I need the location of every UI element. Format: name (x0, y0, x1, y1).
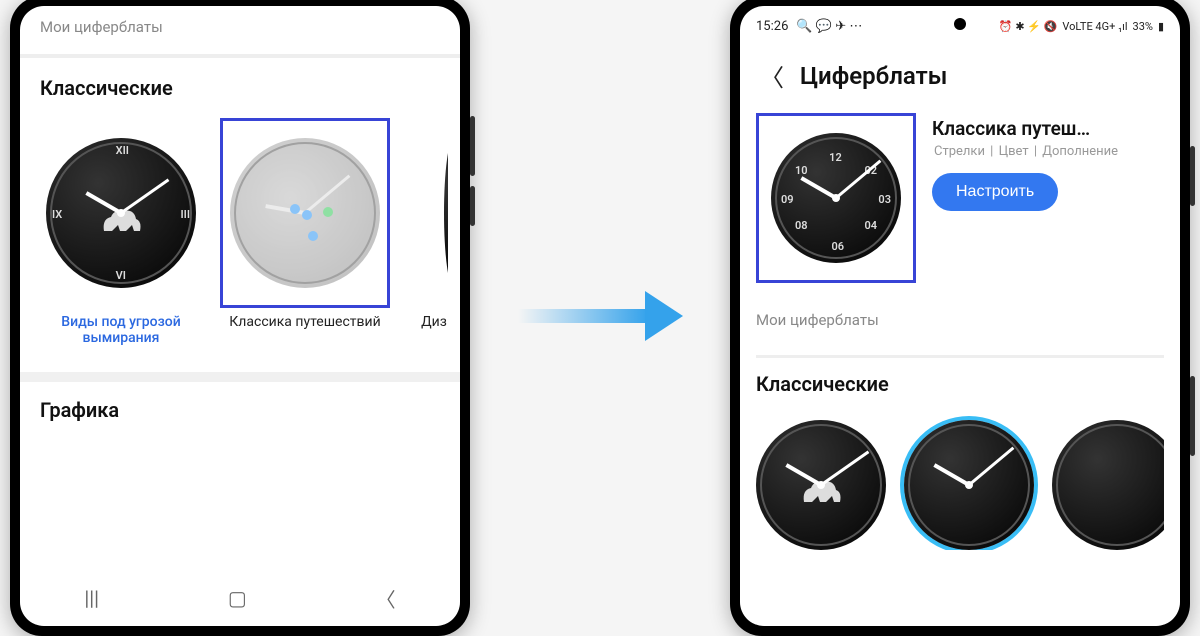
selected-watch-detail: 12 02 03 04 06 08 09 10 Классика путеш… (740, 105, 1180, 299)
detail-title: Классика путеш… (932, 117, 1152, 140)
section-graphic-title: Графика (32, 398, 448, 440)
watch-face-label: Виды под угрозой вымирания (36, 314, 206, 346)
configure-button[interactable]: Настроить (932, 173, 1058, 211)
home-icon[interactable]: ▢ (228, 586, 247, 610)
detail-meta: Стрелки | Цвет | Дополнение (932, 144, 1164, 159)
volume-button (1190, 146, 1195, 206)
volume-button (470, 116, 475, 176)
my-watch-faces-label: Мои циферблаты (32, 6, 448, 54)
polar-bear-icon (96, 201, 146, 241)
my-watch-faces-label: Мои циферблаты (756, 299, 1164, 347)
screen-right: 15:26 🔍 💬 ✈ ⋯ ⏰ ✱ ⚡ 🔇 VoLTE 4G+ ₁ıl 33% … (740, 6, 1180, 626)
watch-face-item-partial[interactable]: Диз (404, 118, 448, 346)
watch-face-item-travel-classic[interactable] (904, 420, 1034, 550)
watch-face-item-endangered[interactable] (756, 420, 886, 550)
section-classic-title: Классические (756, 372, 1164, 414)
watch-face-preview (444, 138, 448, 288)
watch-face-row[interactable]: XII VI IX III Виды под угрозой вымирания (32, 118, 448, 346)
back-button[interactable]: 〈 (760, 58, 784, 93)
watch-face-label: Классика путешествий (229, 314, 380, 330)
status-notification-icons: 🔍 💬 ✈ ⋯ (796, 19, 862, 34)
status-time: 15:26 (756, 19, 788, 34)
recents-icon[interactable]: ||| (84, 586, 99, 610)
section-classic-title: Классические (32, 76, 448, 118)
page-header: 〈 Циферблаты (740, 38, 1180, 105)
arrow-right-icon (518, 291, 683, 341)
phone-mockup-right: 15:26 🔍 💬 ✈ ⋯ ⏰ ✱ ⚡ 🔇 VoLTE 4G+ ₁ıl 33% … (730, 0, 1190, 636)
divider (20, 54, 460, 58)
watch-face-label: Диз (421, 314, 447, 330)
watch-face-preview: 12 02 03 04 06 08 09 10 (771, 133, 901, 263)
battery-icon: ▮ (1158, 20, 1164, 33)
status-network: VoLTE 4G+ ₁ıl (1062, 20, 1127, 33)
page-title: Циферблаты (800, 62, 947, 90)
android-navbar: ||| ▢ 〈 (20, 578, 460, 618)
status-system-icons: ⏰ ✱ ⚡ 🔇 (999, 20, 1058, 33)
watch-face-item-partial[interactable] (1052, 420, 1164, 550)
screen-left: Мои циферблаты Классические XII VI IX II… (20, 6, 460, 626)
flow-arrow (500, 291, 700, 341)
status-battery: 33% (1133, 20, 1153, 33)
watch-face-preview: XII VI IX III (46, 138, 196, 288)
phone-mockup-left: Мои циферблаты Классические XII VI IX II… (10, 0, 470, 636)
watch-face-row[interactable] (756, 414, 1164, 550)
watch-face-preview (230, 138, 380, 288)
watch-face-item-travel-classic[interactable]: Классика путешествий (220, 118, 390, 346)
power-button (470, 186, 475, 226)
camera-hole (954, 18, 966, 30)
detail-thumbnail[interactable]: 12 02 03 04 06 08 09 10 (756, 113, 916, 283)
power-button (1190, 376, 1195, 456)
section-divider (20, 372, 460, 382)
watch-face-item-endangered[interactable]: XII VI IX III Виды под угрозой вымирания (36, 118, 206, 346)
divider (756, 355, 1164, 358)
back-icon[interactable]: 〈 (376, 584, 396, 613)
